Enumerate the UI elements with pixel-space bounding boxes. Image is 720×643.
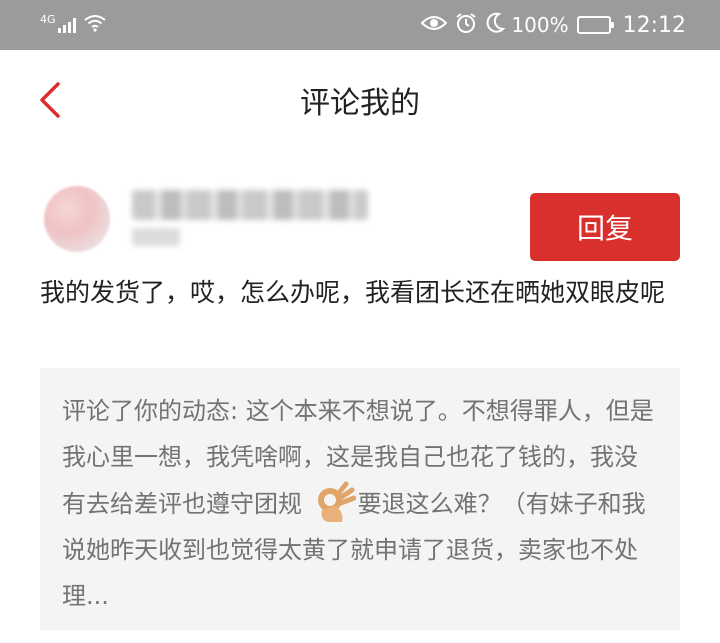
network-type: 4G	[40, 12, 56, 26]
wifi-icon	[83, 14, 106, 36]
status-right: 100% 12:12	[413, 12, 686, 39]
reply-button[interactable]: 回复	[530, 193, 680, 261]
quoted-post-text: 评论了你的动态: 这个本来不想说了。不想得罪人，但是我心里一想，我凭啥啊，这是我…	[62, 388, 658, 619]
battery-percent: 100%	[511, 13, 569, 37]
avatar[interactable]	[44, 186, 110, 252]
eye-icon	[420, 14, 448, 37]
header: 评论我的	[0, 50, 720, 150]
moon-icon	[485, 12, 506, 39]
clock: 12:12	[622, 12, 686, 38]
signal-icon	[57, 17, 78, 33]
timestamp-blurred	[132, 228, 180, 246]
status-left: 4G	[40, 12, 106, 36]
back-button[interactable]	[30, 78, 70, 122]
page-title: 评论我的	[300, 86, 420, 121]
alarm-icon	[455, 12, 477, 39]
comment-text: 我的发货了，哎，怎么办呢，我看团长还在晒她双眼皮呢	[40, 278, 666, 307]
quoted-post[interactable]: 评论了你的动态: 这个本来不想说了。不想得罪人，但是我心里一想，我凭啥啊，这是我…	[40, 368, 680, 630]
status-bar: 4G 100% 12:12	[0, 0, 720, 50]
battery-icon	[576, 16, 614, 34]
username-blurred	[132, 190, 368, 220]
ok-hand-icon	[310, 480, 357, 526]
chevron-left-icon	[40, 82, 60, 118]
